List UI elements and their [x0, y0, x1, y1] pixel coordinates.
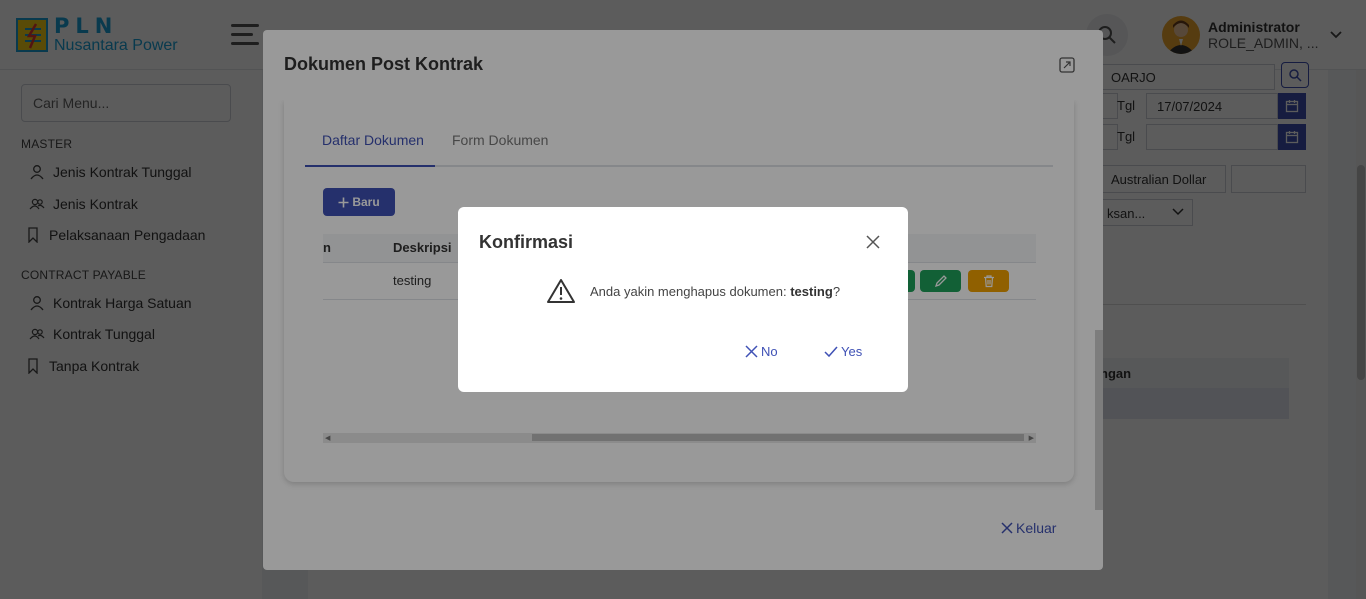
confirm-message-row: Anda yakin menghapus dokumen: testing?	[546, 278, 840, 304]
check-icon	[824, 346, 838, 357]
close-icon[interactable]	[865, 234, 881, 250]
confirm-message: Anda yakin menghapus dokumen: testing?	[590, 284, 840, 299]
no-button[interactable]: No	[745, 344, 778, 359]
confirm-message-target: testing	[790, 283, 833, 299]
no-label: No	[761, 344, 778, 359]
confirm-dialog: Konfirmasi Anda yakin menghapus dokumen:…	[458, 207, 908, 392]
yes-label: Yes	[841, 344, 863, 359]
confirm-message-suffix: ?	[832, 283, 841, 299]
warning-icon	[547, 279, 575, 303]
close-icon	[745, 345, 758, 358]
confirm-title: Konfirmasi	[479, 232, 574, 252]
yes-button[interactable]: Yes	[824, 344, 862, 359]
confirm-message-prefix: Anda yakin menghapus dokumen:	[590, 283, 787, 299]
